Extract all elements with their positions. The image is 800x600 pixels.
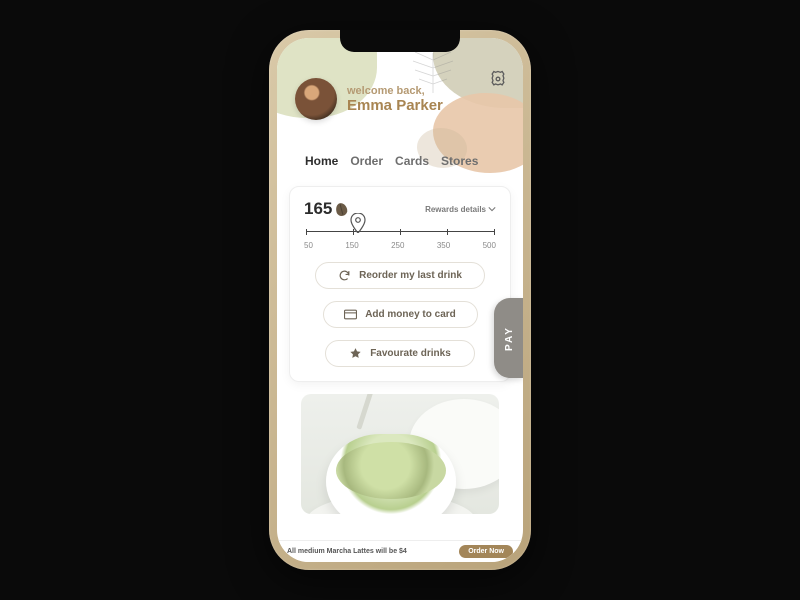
scale-label: 500 bbox=[483, 241, 496, 250]
favourite-label: Favourate drinks bbox=[370, 348, 451, 359]
avatar[interactable] bbox=[295, 78, 337, 120]
points-value: 165 bbox=[304, 199, 332, 219]
scale-labels: 50 150 250 350 500 bbox=[304, 241, 496, 250]
add-money-label: Add money to card bbox=[365, 309, 456, 320]
reorder-button[interactable]: Reorder my last drink bbox=[315, 262, 485, 289]
gear-icon bbox=[488, 69, 508, 89]
bean-icon bbox=[335, 201, 349, 216]
promo-text: All medium Marcha Lattes will be $4 bbox=[287, 548, 407, 555]
promo-image bbox=[301, 394, 499, 514]
order-now-button[interactable]: Order Now bbox=[459, 545, 513, 558]
scale-label: 250 bbox=[391, 241, 404, 250]
welcome-label: welcome back, bbox=[347, 85, 443, 97]
tab-order[interactable]: Order bbox=[350, 154, 383, 170]
settings-button[interactable] bbox=[487, 68, 509, 90]
promo-bar: All medium Marcha Lattes will be $4 Orde… bbox=[277, 540, 523, 562]
chevron-down-icon bbox=[488, 205, 496, 213]
profile-block: welcome back, Emma Parker bbox=[295, 78, 443, 120]
add-money-button[interactable]: Add money to card bbox=[323, 301, 478, 328]
phone-frame: welcome back, Emma Parker Home Order Car… bbox=[269, 30, 531, 570]
tab-home[interactable]: Home bbox=[305, 154, 338, 170]
favourite-button[interactable]: Favourate drinks bbox=[325, 340, 475, 367]
rewards-scale: 50 150 250 350 500 bbox=[304, 231, 496, 250]
scale-label: 50 bbox=[304, 241, 313, 250]
scale-label: 150 bbox=[345, 241, 358, 250]
main-content: 165 Rewards details bbox=[277, 176, 523, 514]
star-icon bbox=[349, 347, 362, 360]
reorder-label: Reorder my last drink bbox=[359, 270, 462, 281]
tab-stores[interactable]: Stores bbox=[441, 154, 478, 170]
pay-label: PAY bbox=[504, 326, 515, 351]
scale-label: 350 bbox=[437, 241, 450, 250]
rewards-details-label: Rewards details bbox=[425, 205, 486, 214]
user-name: Emma Parker bbox=[347, 97, 443, 114]
device-notch bbox=[340, 30, 460, 52]
card-icon bbox=[344, 308, 357, 321]
app-screen: welcome back, Emma Parker Home Order Car… bbox=[277, 38, 523, 562]
scale-marker bbox=[350, 213, 366, 229]
tab-cards[interactable]: Cards bbox=[395, 154, 429, 170]
rewards-details-link[interactable]: Rewards details bbox=[425, 205, 496, 214]
refresh-icon bbox=[338, 269, 351, 282]
nav-tabs: Home Order Cards Stores bbox=[277, 154, 523, 170]
header: welcome back, Emma Parker Home Order Car… bbox=[277, 38, 523, 176]
points-display: 165 bbox=[304, 199, 347, 219]
pay-button[interactable]: PAY bbox=[494, 298, 523, 378]
rewards-card: 165 Rewards details bbox=[289, 186, 511, 382]
